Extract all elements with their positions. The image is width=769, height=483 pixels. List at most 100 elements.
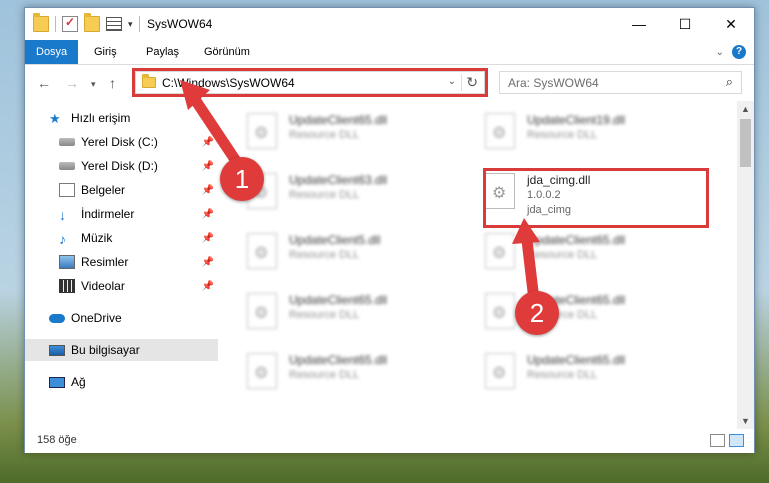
- sidebar-item-label: Ağ: [71, 375, 86, 389]
- sidebar-item-pictures[interactable]: Resimler 📌: [25, 251, 218, 273]
- sidebar-item-onedrive[interactable]: OneDrive: [25, 307, 218, 329]
- sidebar-item-local-disk-d[interactable]: Yerel Disk (D:) 📌: [25, 155, 218, 177]
- file-name: UpdateClient65.dll: [527, 233, 626, 247]
- sidebar-item-quick-access[interactable]: ★ Hızlı erişim: [25, 107, 218, 129]
- explorer-window: ▾ SysWOW64 — ☐ ✕ Dosya Giriş Paylaş Görü…: [24, 7, 755, 453]
- pin-icon[interactable]: 📌: [202, 257, 214, 268]
- navigation-bar: ← → ▾ ↑ C:\Windows\SysWOW64 ⌄ ↻ Ara: Sys…: [25, 65, 754, 101]
- sidebar-item-network[interactable]: Ağ: [25, 371, 218, 393]
- file-tile[interactable]: UpdateClient65.dll Resource DLL: [241, 347, 461, 397]
- dll-file-icon: [485, 233, 515, 269]
- file-tile[interactable]: UpdateClient65.dll Resource DLL: [479, 287, 699, 337]
- vertical-scrollbar[interactable]: ▲ ▼: [737, 101, 754, 429]
- ribbon-tabs: Dosya Giriş Paylaş Görünüm ⌄ ?: [25, 40, 754, 65]
- back-arrow-icon[interactable]: ←: [37, 75, 51, 91]
- file-tile[interactable]: UpdateClient5.dll Resource DLL: [241, 227, 461, 277]
- scroll-thumb[interactable]: [740, 119, 751, 167]
- sidebar-item-label: OneDrive: [71, 311, 122, 325]
- tab-view[interactable]: Görünüm: [193, 40, 261, 64]
- minimize-button[interactable]: —: [616, 8, 662, 40]
- file-tile[interactable]: UpdateClient19.dll Resource DLL: [479, 107, 699, 157]
- dll-file-icon: [247, 233, 277, 269]
- videos-icon: [59, 279, 75, 293]
- file-type: Resource DLL: [527, 369, 598, 381]
- quick-access-toolbar: ▾: [33, 13, 140, 32]
- file-name: UpdateClient5.dll: [289, 233, 381, 247]
- sidebar-item-label: Bu bilgisayar: [71, 343, 140, 357]
- dll-file-icon: [247, 113, 277, 149]
- properties-list-icon[interactable]: [106, 17, 122, 31]
- scroll-up-icon[interactable]: ▲: [741, 104, 750, 114]
- pin-icon[interactable]: 📌: [202, 161, 214, 172]
- file-tile[interactable]: UpdateClient65.dll Resource DLL: [479, 227, 699, 277]
- tab-share[interactable]: Paylaş: [135, 40, 190, 64]
- documents-icon: [59, 183, 75, 197]
- pin-icon[interactable]: 📌: [202, 185, 214, 196]
- file-type: Resource DLL: [527, 249, 598, 261]
- dll-file-icon: [247, 353, 277, 389]
- close-button[interactable]: ✕: [708, 8, 754, 40]
- search-icon[interactable]: ⌕: [726, 74, 733, 90]
- forward-arrow-icon[interactable]: →: [65, 75, 79, 91]
- tab-file[interactable]: Dosya: [25, 40, 79, 64]
- sidebar-item-this-pc[interactable]: Bu bilgisayar: [25, 339, 218, 361]
- downloads-icon: ↓: [59, 207, 66, 223]
- pictures-icon: [59, 255, 75, 269]
- sidebar-item-label: Videolar: [81, 279, 125, 293]
- file-highlight-box: [483, 168, 709, 228]
- expand-ribbon-icon[interactable]: ⌄: [716, 47, 724, 58]
- sidebar-item-label: Yerel Disk (C:): [81, 135, 158, 149]
- sidebar-item-local-disk-c[interactable]: Yerel Disk (C:) 📌: [25, 131, 218, 153]
- file-name: UpdateClient65.dll: [289, 113, 388, 127]
- window-title: SysWOW64: [147, 17, 213, 31]
- status-bar: 158 öğe: [25, 429, 754, 453]
- tab-home[interactable]: Giriş: [83, 40, 128, 64]
- file-tile[interactable]: UpdateClient63.dll Resource DLL: [241, 167, 461, 217]
- network-icon: [49, 376, 65, 388]
- star-icon: ★: [49, 111, 61, 126]
- file-name: UpdateClient65.dll: [527, 353, 626, 367]
- pin-icon[interactable]: 📌: [202, 281, 214, 292]
- sidebar-item-videos[interactable]: Videolar 📌: [25, 275, 218, 297]
- onedrive-icon: [49, 313, 65, 323]
- file-type: Resource DLL: [527, 129, 598, 141]
- file-type: Resource DLL: [289, 249, 360, 261]
- sidebar-item-music[interactable]: ♪ Müzik 📌: [25, 227, 218, 249]
- sidebar-item-downloads[interactable]: ↓ İndirmeler 📌: [25, 203, 218, 225]
- dll-file-icon: [485, 353, 515, 389]
- sidebar-item-label: Belgeler: [81, 183, 126, 197]
- search-input[interactable]: Ara: SysWOW64: [508, 76, 599, 90]
- help-icon[interactable]: ?: [732, 45, 746, 59]
- scroll-down-icon[interactable]: ▼: [741, 416, 750, 426]
- sidebar-item-label: Müzik: [81, 231, 113, 245]
- item-count: 158 öğe: [37, 434, 77, 446]
- file-name: UpdateClient19.dll: [527, 113, 626, 127]
- properties-check-icon[interactable]: [62, 15, 78, 32]
- step-1-badge: 1: [220, 157, 264, 201]
- address-highlight-box: [132, 68, 488, 97]
- file-name: UpdateClient63.dll: [289, 173, 388, 187]
- file-tile[interactable]: UpdateClient65.dll Resource DLL: [479, 347, 699, 397]
- search-box[interactable]: Ara: SysWOW64 ⌕: [499, 71, 742, 94]
- file-tile[interactable]: UpdateClient65.dll Resource DLL: [241, 287, 461, 337]
- file-name: UpdateClient65.dll: [289, 293, 388, 307]
- file-type: Resource DLL: [289, 189, 360, 201]
- recent-locations-icon[interactable]: ▾: [91, 79, 96, 90]
- new-folder-icon[interactable]: [84, 13, 100, 32]
- pin-icon[interactable]: 📌: [202, 137, 214, 148]
- dll-file-icon: [485, 293, 515, 329]
- tiles-view-icon[interactable]: [729, 434, 744, 447]
- sidebar-item-label: Yerel Disk (D:): [81, 159, 158, 173]
- up-arrow-icon[interactable]: ↑: [109, 75, 116, 91]
- sidebar-item-label: Resimler: [81, 255, 129, 269]
- maximize-button[interactable]: ☐: [662, 8, 708, 40]
- sidebar-item-documents[interactable]: Belgeler 📌: [25, 179, 218, 201]
- file-tile[interactable]: UpdateClient65.dll Resource DLL: [241, 107, 461, 157]
- customize-toolbar-icon[interactable]: ▾: [128, 19, 133, 30]
- pin-icon[interactable]: 📌: [202, 209, 214, 220]
- details-view-icon[interactable]: [710, 434, 725, 447]
- pin-icon[interactable]: 📌: [202, 233, 214, 244]
- title-bar: ▾ SysWOW64 — ☐ ✕: [25, 8, 754, 40]
- file-type: Resource DLL: [289, 369, 360, 381]
- file-list: UpdateClient65.dll Resource DLL UpdateCl…: [221, 101, 737, 429]
